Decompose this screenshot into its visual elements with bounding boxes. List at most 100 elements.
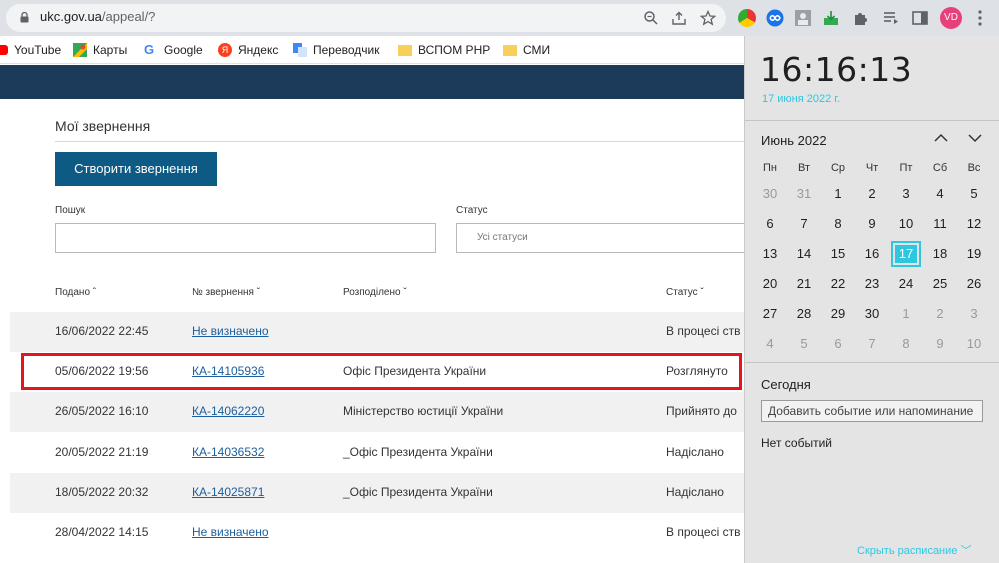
calendar-day[interactable]: 6 <box>755 212 785 236</box>
bookmark-label: СМИ <box>523 43 551 57</box>
calendar-day[interactable]: 22 <box>823 272 853 296</box>
column-header-status[interactable]: Статус ˇ <box>666 287 704 298</box>
chevron-up-icon[interactable] <box>933 132 949 144</box>
download-extension-icon[interactable] <box>822 9 840 27</box>
calendar-day[interactable]: 5 <box>959 182 989 206</box>
calendar-day[interactable]: 30 <box>755 182 785 206</box>
calendar-day[interactable]: 13 <box>755 242 785 266</box>
column-header-submitted[interactable]: Подано ˆ <box>55 287 96 298</box>
column-header-number[interactable]: № звернення ˇ <box>192 287 260 298</box>
media-queue-icon[interactable] <box>882 9 900 27</box>
table-row[interactable]: 26/05/2022 16:10 КА-14062220 Міністерств… <box>10 392 745 432</box>
calendar-day[interactable]: 21 <box>789 272 819 296</box>
calendar-day[interactable]: 29 <box>823 302 853 326</box>
address-bar[interactable]: ukc.gov.ua/appeal/? <box>6 4 726 32</box>
calendar-day[interactable]: 24 <box>891 272 921 296</box>
calendar-day[interactable]: 8 <box>891 332 921 356</box>
row-number-link[interactable]: Не визначено <box>192 525 269 539</box>
photo-extension-icon[interactable] <box>794 9 812 27</box>
calendar-day[interactable]: 6 <box>823 332 853 356</box>
row-number-link[interactable]: КА-14025871 <box>192 485 264 499</box>
chevron-down-icon: ﹀ <box>960 545 972 557</box>
calendar-day[interactable]: 25 <box>925 272 955 296</box>
month-title[interactable]: Июнь 2022 <box>761 133 827 148</box>
calendar-day[interactable]: 7 <box>857 332 887 356</box>
bookmark-star-icon[interactable] <box>700 10 716 26</box>
bookmark-google[interactable]: G Google <box>144 41 203 59</box>
row-date: 16/06/2022 22:45 <box>55 324 149 338</box>
bookmark-translate[interactable]: Переводчик <box>293 41 380 59</box>
calendar-day[interactable]: 15 <box>823 242 853 266</box>
calendar-day[interactable]: 3 <box>959 302 989 326</box>
browser-toolbar: ukc.gov.ua/appeal/? VD <box>0 0 999 36</box>
bookmark-label: YouTube <box>14 43 62 57</box>
add-event-input[interactable]: Добавить событие или напоминание <box>761 400 983 422</box>
yandex-icon: Я <box>218 43 232 57</box>
bookmark-youtube[interactable]: YouTube <box>0 41 61 59</box>
weekday-label: Ср <box>830 162 846 174</box>
page-title: Мої звернення <box>55 118 151 134</box>
create-appeal-button[interactable]: Створити звернення <box>55 152 217 186</box>
calendar-day[interactable]: 10 <box>891 212 921 236</box>
zoom-icon[interactable] <box>643 10 659 26</box>
calendar-day[interactable]: 16 <box>857 242 887 266</box>
calendar-day[interactable]: 4 <box>925 182 955 206</box>
table-row[interactable]: 28/04/2022 14:15 Не визначено В процесі … <box>10 513 745 553</box>
profile-avatar[interactable]: VD <box>940 7 962 29</box>
extensions-puzzle-icon[interactable] <box>852 9 870 27</box>
calendar-day[interactable]: 7 <box>789 212 819 236</box>
infinity-extension-icon[interactable] <box>766 9 784 27</box>
row-number-link[interactable]: КА-14036532 <box>192 445 264 459</box>
calendar-day[interactable]: 28 <box>789 302 819 326</box>
calendar-day[interactable]: 1 <box>891 302 921 326</box>
bookmark-yandex[interactable]: Я Яндекс <box>218 41 278 59</box>
calendar-day[interactable]: 2 <box>925 302 955 326</box>
translate-icon <box>293 43 307 57</box>
table-row[interactable]: 18/05/2022 20:32 КА-14025871 _Офіс Прези… <box>10 473 745 513</box>
calendar-day[interactable]: 9 <box>925 332 955 356</box>
hide-schedule-link[interactable]: Скрыть расписание ﹀ <box>857 542 971 558</box>
calendar-day[interactable]: 26 <box>959 272 989 296</box>
calendar-day[interactable]: 30 <box>857 302 887 326</box>
calendar-day[interactable]: 27 <box>755 302 785 326</box>
table-row[interactable]: 16/06/2022 22:45 Не визначено В процесі … <box>10 312 745 352</box>
calendar-day-today[interactable]: 17 <box>891 242 921 266</box>
bookmark-label: Яндекс <box>238 43 279 57</box>
calendar-day[interactable]: 3 <box>891 182 921 206</box>
status-select[interactable]: Усі статуси <box>456 223 756 253</box>
bookmark-folder-vspom[interactable]: ВСПОМ РНР <box>398 41 490 59</box>
row-date: 26/05/2022 16:10 <box>55 404 149 418</box>
calendar-day[interactable]: 12 <box>959 212 989 236</box>
chrome-extension-icon[interactable] <box>738 9 756 27</box>
calendar-day[interactable]: 1 <box>823 182 853 206</box>
maps-icon <box>73 43 87 57</box>
share-icon[interactable] <box>671 10 687 26</box>
chevron-down-icon[interactable] <box>967 132 983 144</box>
calendar-day[interactable]: 5 <box>789 332 819 356</box>
row-number-link[interactable]: Не визначено <box>192 324 269 338</box>
column-header-assigned[interactable]: Розподілено ˇ <box>343 287 407 298</box>
calendar-day[interactable]: 31 <box>789 182 819 206</box>
browser-menu-icon[interactable] <box>978 9 982 27</box>
calendar-day[interactable]: 8 <box>823 212 853 236</box>
calendar-day[interactable]: 9 <box>857 212 887 236</box>
bookmark-folder-smi[interactable]: СМИ <box>503 41 550 59</box>
row-assigned: _Офіс Президента України <box>343 445 493 459</box>
side-panel-icon[interactable] <box>911 9 929 27</box>
row-number-link[interactable]: КА-14062220 <box>192 404 264 418</box>
calendar-day[interactable]: 11 <box>925 212 955 236</box>
calendar-day[interactable]: 10 <box>959 332 989 356</box>
calendar-day[interactable]: 4 <box>755 332 785 356</box>
calendar-day[interactable]: 18 <box>925 242 955 266</box>
calendar-day[interactable]: 19 <box>959 242 989 266</box>
bookmark-maps[interactable]: Карты <box>73 41 127 59</box>
calendar-day[interactable]: 23 <box>857 272 887 296</box>
calendar-day[interactable]: 2 <box>857 182 887 206</box>
url-text: ukc.gov.ua/appeal/? <box>40 9 155 24</box>
search-input[interactable] <box>55 223 436 253</box>
hide-schedule-label: Скрыть расписание <box>857 545 958 557</box>
calendar-day[interactable]: 14 <box>789 242 819 266</box>
clock-date-link[interactable]: 17 июня 2022 г. <box>762 93 840 105</box>
table-row[interactable]: 20/05/2022 21:19 КА-14036532 _Офіс Прези… <box>10 433 745 473</box>
calendar-day[interactable]: 20 <box>755 272 785 296</box>
